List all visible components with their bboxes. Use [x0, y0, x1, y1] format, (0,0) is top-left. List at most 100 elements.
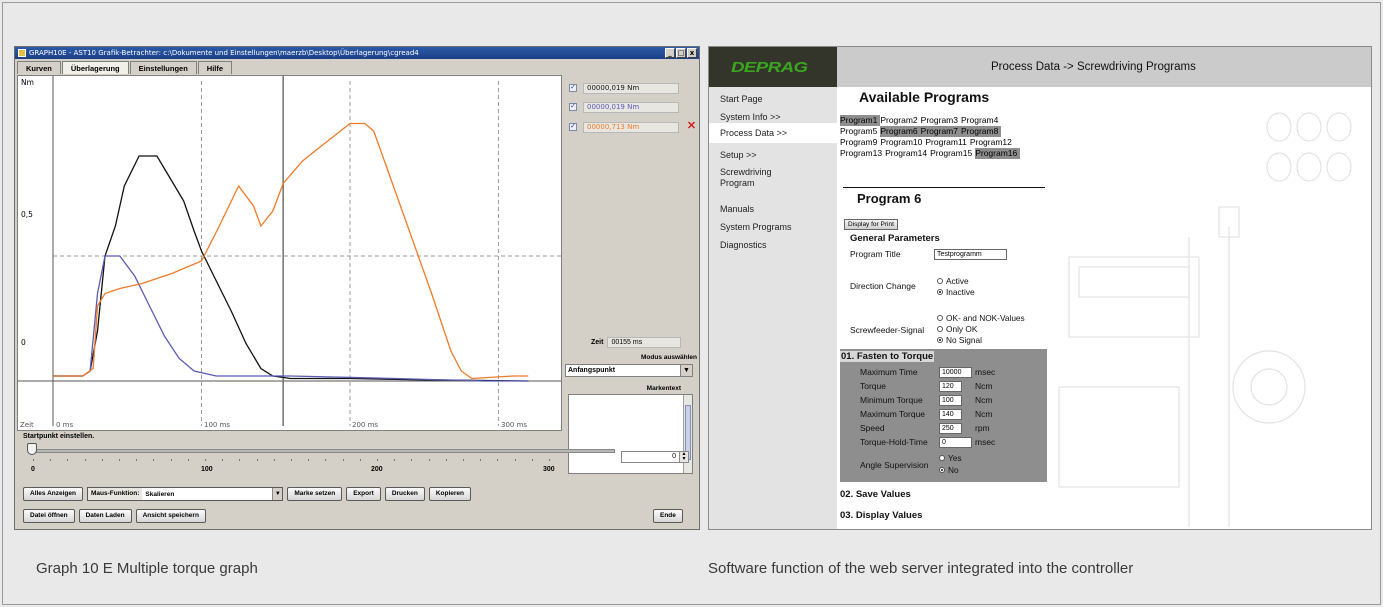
maximize-button[interactable]: □: [676, 48, 686, 58]
maus-funktion-select[interactable]: Maus-Funktion: Skalieren ▼: [87, 487, 284, 501]
export-button[interactable]: Export: [346, 487, 381, 501]
program-row: Program5 Program6 Program7 Program8: [840, 126, 1060, 137]
startpoint-slider[interactable]: [29, 449, 615, 453]
series-value-3: 00000,713 Nm: [583, 121, 679, 133]
slider-handle[interactable]: [27, 443, 37, 455]
button-row-1: Alles Anzeigen Maus-Funktion: Skalieren …: [23, 487, 475, 501]
display-for-print-button[interactable]: Display for Print: [844, 219, 898, 230]
program-link-program9[interactable]: Program9: [840, 137, 880, 148]
param-input[interactable]: 100: [939, 395, 962, 406]
angle-no-radio[interactable]: No: [939, 465, 959, 475]
param-input[interactable]: 250: [939, 423, 962, 434]
modus-select[interactable]: Anfangspunkt ▼: [565, 364, 693, 377]
torque-plot[interactable]: Nm 0,5 0 Zeit 0 ms 100 ms 200 ms 300 ms: [17, 75, 562, 431]
alles-anzeigen-button[interactable]: Alles Anzeigen: [23, 487, 83, 501]
feeder-ok-nok-radio[interactable]: OK- and NOK-Values: [937, 313, 1025, 323]
slider-tick: [33, 459, 34, 461]
param-unit: rpm: [975, 423, 990, 433]
param-input[interactable]: 140: [939, 409, 962, 420]
param-input[interactable]: 10000: [939, 367, 972, 378]
slider-tick: [394, 459, 396, 461]
radio-dot[interactable]: [937, 289, 943, 295]
program-link-program5[interactable]: Program5: [840, 126, 880, 137]
tab-kurven[interactable]: Kurven: [17, 61, 61, 74]
program-link-program15[interactable]: Program15: [930, 148, 975, 159]
ansicht-speichern-button[interactable]: Ansicht speichern: [135, 509, 206, 523]
markertext-label: Markentext: [646, 385, 681, 392]
program-link-program6[interactable]: Program6: [880, 126, 921, 137]
nav-manuals[interactable]: Manuals: [720, 204, 754, 215]
remove-series-icon[interactable]: ✕: [686, 121, 697, 132]
radio-dot[interactable]: [937, 337, 943, 343]
program-link-program11[interactable]: Program11: [925, 137, 969, 148]
direction-change-label: Direction Change: [850, 281, 916, 291]
slider-tick: [67, 459, 69, 461]
daten-laden-button[interactable]: Daten Laden: [78, 509, 132, 523]
param-label: Speed: [860, 423, 885, 433]
angle-yes-radio[interactable]: Yes: [939, 453, 962, 463]
feeder-only-ok-radio[interactable]: Only OK: [937, 324, 977, 334]
program-link-program10[interactable]: Program10: [880, 137, 925, 148]
nav-process-data[interactable]: Process Data >>: [709, 123, 841, 143]
program-link-program1[interactable]: Program1: [840, 115, 881, 126]
nav-diagnostics[interactable]: Diagnostics: [720, 240, 767, 251]
slider-tick: [428, 459, 430, 461]
direction-active-radio[interactable]: Active: [937, 276, 969, 286]
param-label: Torque-Hold-Time: [860, 437, 928, 447]
direction-inactive-radio[interactable]: Inactive: [937, 287, 975, 297]
program-link-program13[interactable]: Program13: [840, 148, 885, 159]
minimize-button[interactable]: _: [665, 48, 675, 58]
program-link-program3[interactable]: Program3: [921, 115, 961, 126]
program-link-program7[interactable]: Program7: [920, 126, 961, 137]
window-titlebar[interactable]: GRAPH10E - AST10 Grafik-Betrachter: c:\D…: [15, 47, 699, 59]
program-link-program14[interactable]: Program14: [885, 148, 930, 159]
spinner-value: 0: [672, 453, 676, 460]
step2-title[interactable]: 02. Save Values: [840, 489, 911, 500]
program-link-program2[interactable]: Program2: [880, 115, 920, 126]
program-link-program12[interactable]: Program12: [970, 137, 1015, 148]
nav-screwdriving-program[interactable]: Screwdriving Program: [720, 167, 800, 189]
nav-system-info[interactable]: System Info >>: [720, 112, 781, 123]
radio-dot[interactable]: [937, 278, 943, 284]
feeder-no-signal-radio[interactable]: No Signal: [937, 335, 982, 345]
marke-setzen-button[interactable]: Marke setzen: [287, 487, 343, 501]
step1-title-text: 01. Fasten to Torque: [840, 351, 935, 362]
y-tick-label: 0,5: [21, 210, 33, 219]
nav-system-programs[interactable]: System Programs: [720, 222, 792, 233]
param-input[interactable]: 120: [939, 381, 962, 392]
tab-einstellungen[interactable]: Einstellungen: [129, 61, 197, 74]
tab-ueberlagerung[interactable]: Überlagerung: [61, 61, 129, 74]
radio-dot[interactable]: [939, 455, 945, 461]
radio-dot[interactable]: [939, 467, 945, 473]
datei-oeffnen-button[interactable]: Datei öffnen: [23, 509, 75, 523]
series-checkbox[interactable]: ✓: [569, 103, 577, 111]
tab-hilfe[interactable]: Hilfe: [197, 61, 233, 74]
program-link-program8[interactable]: Program8: [960, 126, 1002, 137]
radio-label: No Signal: [946, 335, 982, 345]
series-checkbox[interactable]: ✓: [569, 123, 577, 131]
param-input[interactable]: 0: [939, 437, 972, 448]
radio-dot[interactable]: [937, 315, 943, 321]
program-title-input[interactable]: Testprogramm: [934, 249, 1007, 260]
close-button[interactable]: x: [687, 48, 697, 58]
program-link-program16[interactable]: Program16: [975, 148, 1021, 159]
chevron-down-icon[interactable]: ▼: [680, 365, 692, 376]
slider-tick: [463, 459, 464, 461]
program-title-label: Program Title: [850, 249, 901, 259]
slider-tick: [377, 459, 378, 461]
ende-button[interactable]: Ende: [653, 509, 683, 523]
radio-dot[interactable]: [937, 326, 943, 332]
chevron-down-icon[interactable]: ▼: [272, 488, 283, 500]
startpoint-spinner[interactable]: 0 ▴ ▾: [621, 451, 689, 463]
drucken-button[interactable]: Drucken: [384, 487, 425, 501]
series-checkbox[interactable]: ✓: [569, 84, 577, 92]
kopieren-button[interactable]: Kopieren: [428, 487, 471, 501]
program-row: Program9 Program10 Program11 Program12: [840, 137, 1060, 148]
step1-title: 01. Fasten to Torque: [840, 351, 935, 362]
nav-start-page[interactable]: Start Page: [720, 94, 763, 105]
program-link-program4[interactable]: Program4: [961, 115, 1001, 126]
spinner-arrows-icon[interactable]: ▴ ▾: [679, 451, 688, 462]
step3-title[interactable]: 03. Display Values: [840, 510, 922, 521]
nav-setup[interactable]: Setup >>: [720, 150, 757, 161]
slider-tick: [119, 459, 120, 461]
